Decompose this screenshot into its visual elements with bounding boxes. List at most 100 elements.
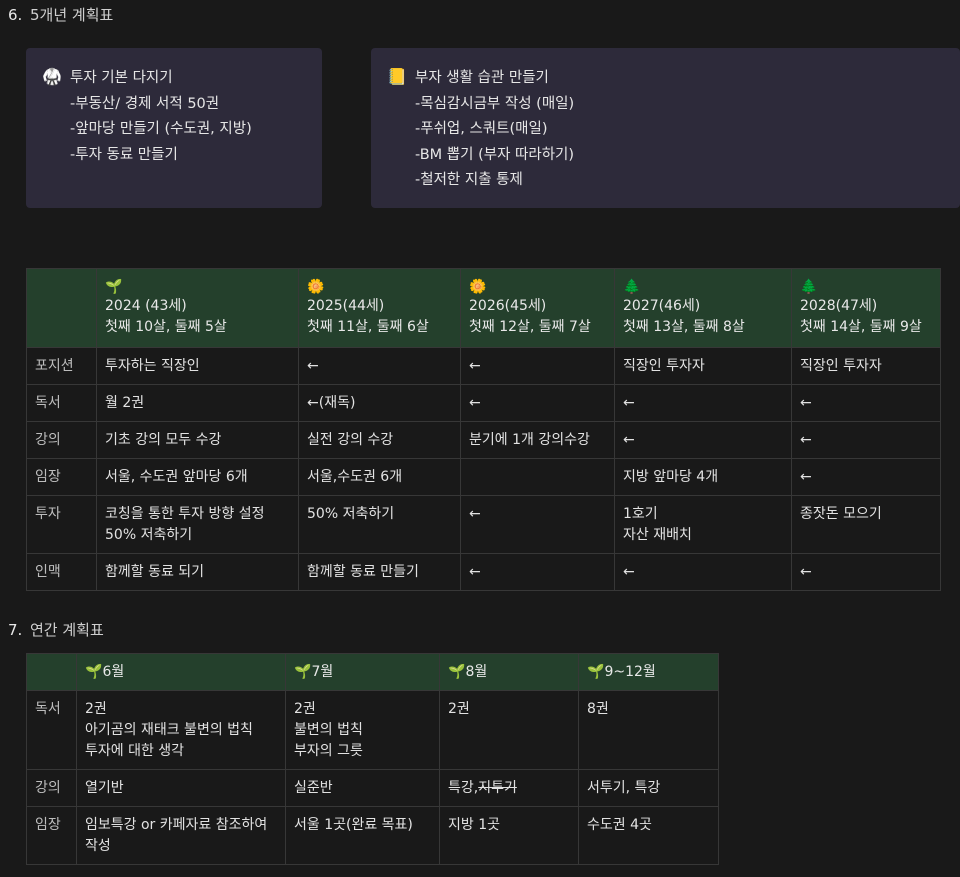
month-header-cell: 🌱7월 [285,653,440,691]
cell-content: ← [615,422,791,451]
table-cell[interactable]: 월 2권 [96,384,299,422]
seedling-icon: 🌱 [587,664,605,680]
table-cell[interactable]: 2권 아기곰의 재태크 불변의 법칙 투자에 대한 생각 [76,690,286,770]
row-label: 강의 [35,432,61,448]
table-cell[interactable]: 특강,지투기 [439,769,579,807]
cell-content: 2권 불변의 법칙 부자의 그릇 [286,691,439,762]
seedling-icon: 🌱 [448,664,466,680]
table-cell[interactable]: 기초 강의 모두 수강 [96,421,299,459]
cell-text: 2권 [294,701,316,717]
table-cell[interactable]: 분기에 1개 강의수강 [460,421,615,459]
cell-content [461,459,614,467]
callout-line: -푸쉬업, 스쿼트(매일) [415,121,548,137]
cell-text: ← [800,469,812,485]
cell-content: 지방 1곳 [440,807,578,836]
cell-content: 2권 [440,691,578,720]
cell-text: 1호기 [623,506,658,522]
table-cell[interactable]: 직장인 투자자 [614,347,792,385]
table-cell[interactable]: ← [298,347,461,385]
row-label: 투자 [35,506,61,522]
cell-text: 실전 강의 수강 [307,432,394,448]
table-cell[interactable]: ← [614,421,792,459]
table-cell[interactable]: ← [791,421,941,459]
table-cell[interactable]: ← [460,347,615,385]
table-cell[interactable]: 임보특강 or 카페자료 참조하여 작성 [76,806,286,865]
table-cell[interactable]: 8권 [578,690,719,770]
cell-content: 코칭을 통한 투자 방향 설정 50% 저축하기 [97,496,298,546]
table-cell[interactable]: 종잣돈 모으기 [791,495,941,554]
table-cell[interactable]: 코칭을 통한 투자 방향 설정 50% 저축하기 [96,495,299,554]
month-header-cell: 🌱8월 [439,653,579,691]
month-label: 9~12월 [604,664,656,680]
table-row: 임장 임보특강 or 카페자료 참조하여 작성 서울 1곳(완료 목표) 지방 1곳 수도… [26,806,719,865]
table-cell[interactable]: ← [614,384,792,422]
row-label-cell: 임장 [26,806,77,865]
month-label: 7월 [311,664,334,680]
table-cell[interactable]: 50% 저축하기 [298,495,461,554]
table-cell[interactable]: 실준반 [285,769,440,807]
table-cell[interactable]: ← [791,384,941,422]
martial-arts-uniform-icon: 🥋 [42,67,62,86]
table-cell[interactable]: 직장인 투자자 [791,347,941,385]
cell-text: 투자에 대한 생각 [85,743,185,759]
table-cell[interactable]: ←(재독) [298,384,461,422]
table-cell[interactable]: 함께할 동료 만들기 [298,553,461,591]
table-cell[interactable]: ← [460,495,615,554]
table-cell[interactable]: 2권 [439,690,579,770]
callout-investment-basics[interactable]: 🥋 투자 기본 다지기 -부동산/ 경제 서적 50권 -앞마당 만들기 (수도… [26,48,322,208]
table-cell[interactable]: 투자하는 직장인 [96,347,299,385]
cell-text: 열기반 [85,780,124,796]
table-cell[interactable]: ← [460,553,615,591]
table-cell[interactable]: 서울,수도권 6개 [298,458,461,496]
section-number: 6. [8,6,23,24]
cell-content: ← [461,554,614,583]
table-cell[interactable]: 실전 강의 수강 [298,421,461,459]
table-row: 인맥 함께할 동료 되기 함께할 동료 만들기 ← ← ← [26,553,941,591]
table-cell[interactable]: 서울 1곳(완료 목표) [285,806,440,865]
callout-line: -앞마당 만들기 (수도권, 지방) [70,121,252,137]
cell-text: 투자하는 직장인 [105,358,200,374]
table-cell[interactable]: ← [791,553,941,591]
table-cell[interactable]: 서울, 수도권 앞마당 6개 [96,458,299,496]
table-cell[interactable]: 수도권 4곳 [578,806,719,865]
cell-text: 자산 재배치 [623,527,692,543]
table-row: 임장 서울, 수도권 앞마당 6개 서울,수도권 6개 지방 앞마당 4개 ← [26,458,941,496]
seedling-icon: 🌱 [294,664,312,680]
table-cell[interactable]: ← [460,384,615,422]
table-cell[interactable]: 1호기자산 재배치 [614,495,792,554]
table-cell[interactable]: 함께할 동료 되기 [96,553,299,591]
table-cell[interactable] [460,458,615,496]
cell-text: 2권 [448,701,470,717]
section-title: 5개년 계획표 [30,6,114,24]
table-header-row: 🌱 2024 (43세) 첫째 10살, 둘째 5살 🌼 2025(44세) 첫째 11살… [26,268,941,348]
table-cell[interactable]: 2권 불변의 법칙 부자의 그릇 [285,690,440,770]
children-ages: 첫째 11살, 둘째 6살 [307,319,429,335]
cell-text: ← [623,432,635,448]
cell-content: ←(재독) [299,385,460,414]
cell-content: 열기반 [77,770,285,799]
cell-content: 임보특강 or 카페자료 참조하여 작성 [77,807,285,857]
table-cell[interactable]: ← [614,553,792,591]
callout-rich-habits[interactable]: 📒 부자 생활 습관 만들기 -목심감시금부 작성 (매일) -푸쉬업, 스쿼트… [371,48,960,208]
table-cell[interactable]: 서투기, 특강 [578,769,719,807]
cell-text: 함께할 동료 되기 [105,564,205,580]
cell-text: ← [623,395,635,411]
cell-text: 실준반 [294,780,333,796]
cell-text: 작성 [85,838,111,854]
cell-text: 직장인 투자자 [800,358,882,374]
table-cell[interactable]: 열기반 [76,769,286,807]
section-6-heading: 6. 5개년 계획표 [8,4,113,25]
table-row: 강의 기초 강의 모두 수강 실전 강의 수강 분기에 1개 강의수강 ← ← [26,421,941,459]
children-ages: 첫째 12살, 둘째 7살 [469,319,591,335]
cell-text: ← [469,395,481,411]
table-cell[interactable]: ← [791,458,941,496]
month-header-cell: 🌱9~12월 [578,653,719,691]
cell-content: ← [792,554,940,583]
table-row: 강의 열기반 실준반 특강,지투기 서투기, 특강 [26,769,719,807]
year-label: 2024 (43세) [105,298,187,314]
cell-text: 서울, 수도권 앞마당 6개 [105,469,248,485]
table-cell[interactable]: 지방 앞마당 4개 [614,458,792,496]
blossom-icon: 🌼 [307,279,325,295]
callout-line: -투자 동료 만들기 [70,146,178,163]
table-cell[interactable]: 지방 1곳 [439,806,579,865]
